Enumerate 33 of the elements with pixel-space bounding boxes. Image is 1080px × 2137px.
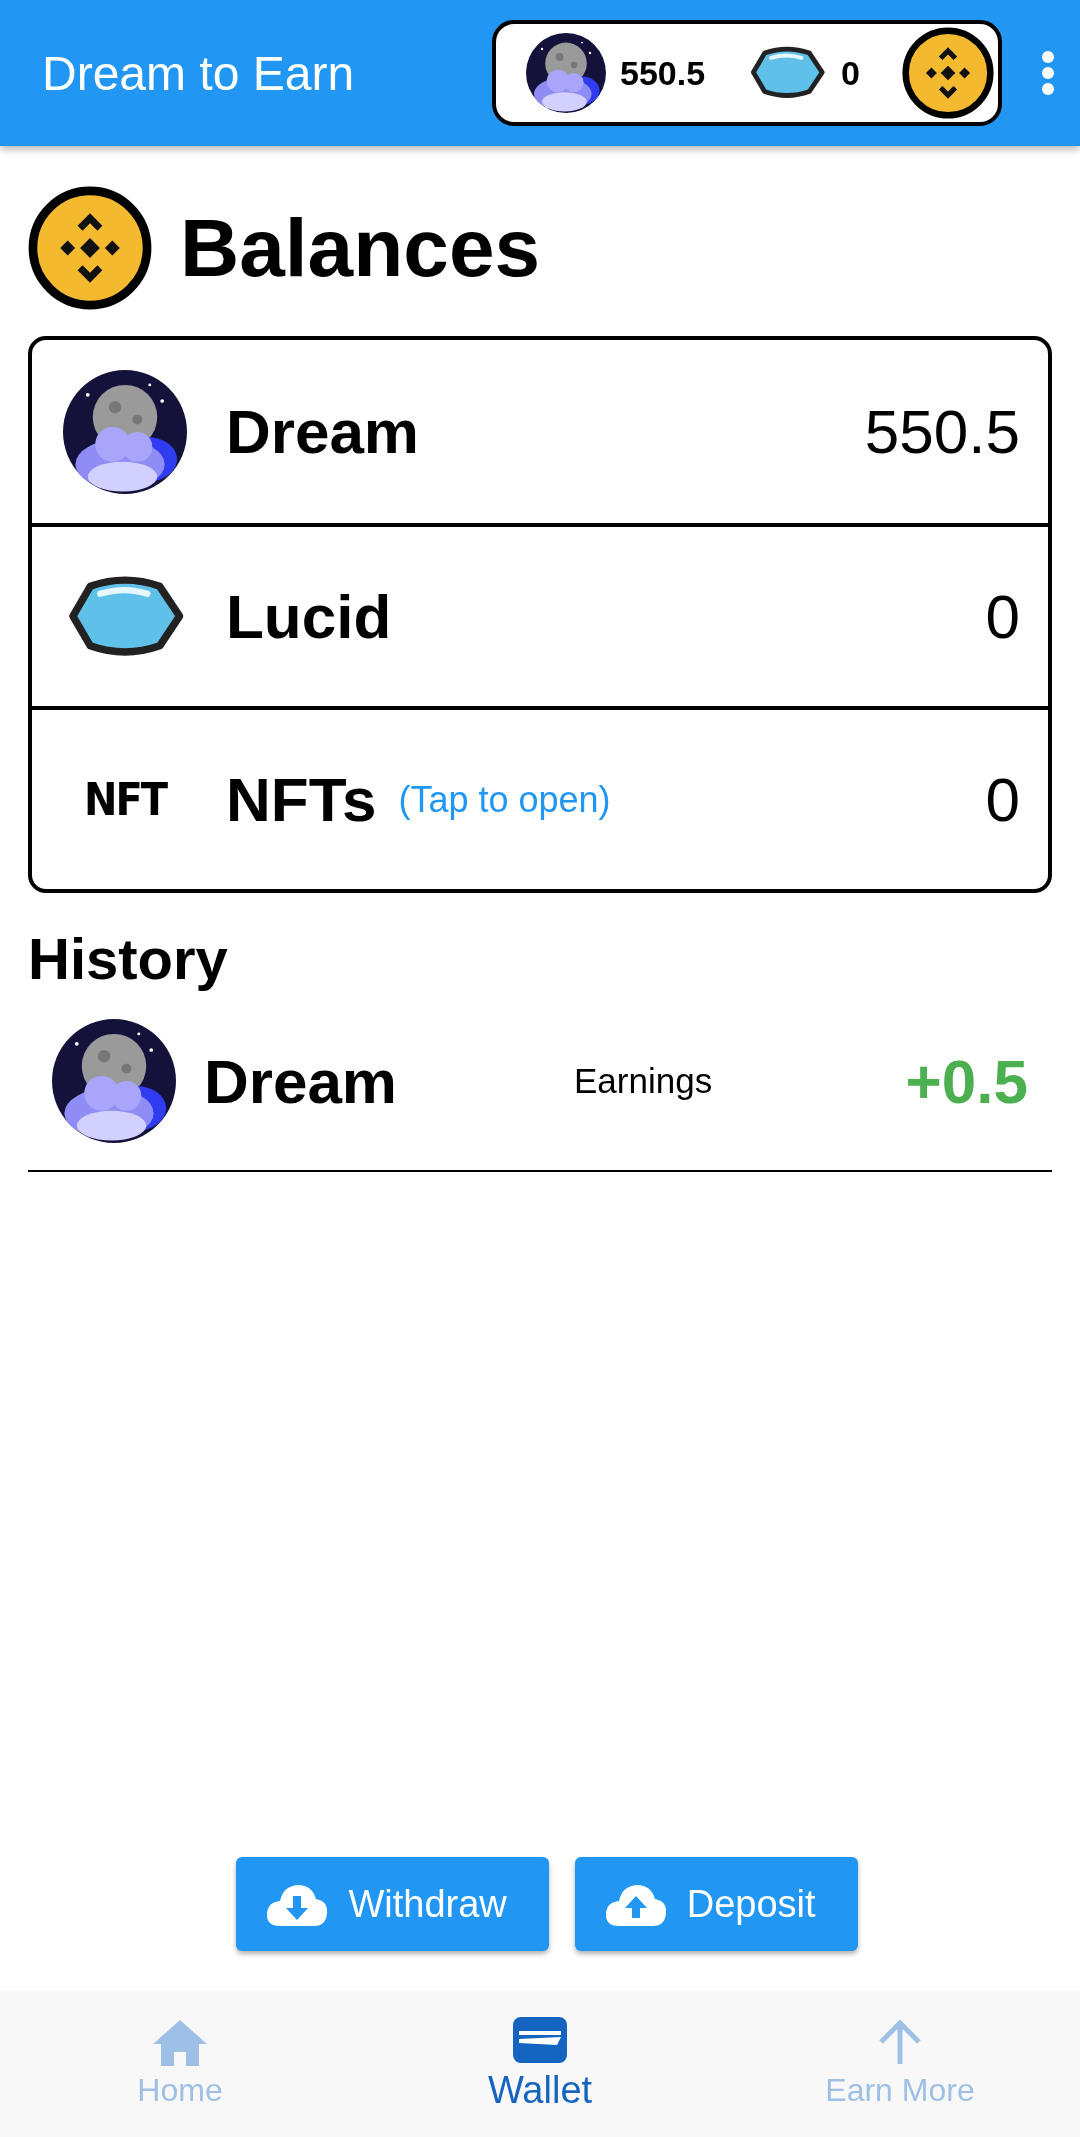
transaction-amount: +0.5 — [905, 1045, 1028, 1117]
more-menu-icon[interactable] — [1040, 51, 1056, 95]
token-name: Dream — [204, 1045, 398, 1117]
moon-cloud-icon — [52, 1019, 176, 1143]
deposit-button[interactable]: Deposit — [574, 1857, 858, 1951]
token-name: NFTs — [226, 764, 377, 835]
token-name: Lucid — [226, 581, 392, 652]
balance-value: 0 — [985, 764, 1020, 835]
app-title: Dream to Earn — [42, 45, 356, 101]
nft-logo: NFT — [83, 774, 167, 825]
coin-icon — [902, 27, 994, 119]
transaction-type: Earnings — [574, 1061, 713, 1101]
chip-amount: 550.5 — [620, 53, 706, 93]
nav-tab[interactable]: Earn More — [720, 1991, 1080, 2137]
cloud-download-icon — [266, 1882, 329, 1926]
balance-value: 0 — [985, 581, 1020, 652]
arrow-up-icon — [877, 2019, 923, 2066]
withdraw-button[interactable]: Withdraw — [236, 1857, 549, 1951]
token-name: Dream — [226, 396, 419, 467]
coin-icon — [28, 186, 152, 310]
history-title: History — [28, 925, 229, 992]
section-title: Balances — [180, 201, 541, 295]
balance-value: 550.5 — [864, 396, 1020, 467]
chip-amount: 0 — [841, 53, 860, 93]
wallet-icon — [513, 2016, 567, 2063]
moon-cloud-icon — [63, 369, 187, 494]
cloud-upload-icon — [604, 1882, 667, 1926]
tap-hint: (Tap to open) — [398, 778, 611, 821]
wallet-chip[interactable]: 550.5 0 — [492, 20, 1002, 126]
nav-tab[interactable]: Home — [0, 1991, 360, 2137]
moon-cloud-icon — [526, 31, 606, 115]
nav-tab[interactable]: Wallet — [360, 1991, 720, 2137]
home-icon — [153, 2019, 207, 2066]
